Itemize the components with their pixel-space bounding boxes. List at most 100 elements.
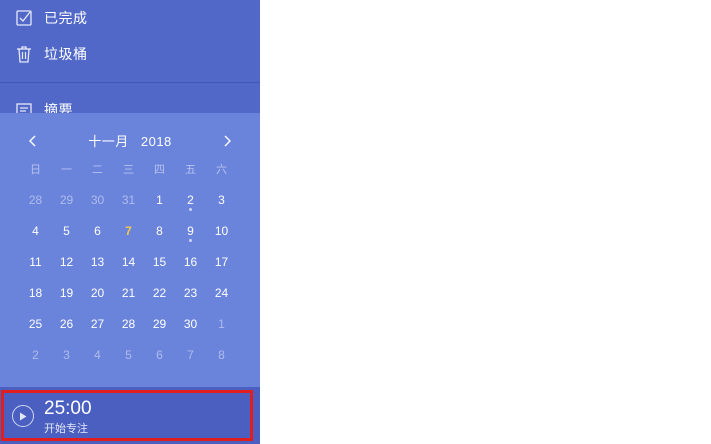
calendar-day[interactable]: 10 xyxy=(206,219,237,250)
calendar-day[interactable]: 20 xyxy=(82,281,113,312)
calendar-day-number: 28 xyxy=(121,317,136,331)
calendar-day-number: 2 xyxy=(32,348,39,362)
calendar-day[interactable]: 29 xyxy=(51,188,82,219)
calendar-day[interactable]: 3 xyxy=(51,343,82,374)
calendar-day-number: 26 xyxy=(59,317,74,331)
calendar-day[interactable]: 8 xyxy=(144,219,175,250)
calendar-day[interactable]: 2 xyxy=(20,343,51,374)
calendar-day[interactable]: 23 xyxy=(175,281,206,312)
calendar-day[interactable]: 5 xyxy=(51,219,82,250)
calendar-week-row: 25 26 27 28 29 30 1 xyxy=(20,312,237,343)
calendar-day-number: 14 xyxy=(121,255,136,269)
calendar-day[interactable]: 4 xyxy=(82,343,113,374)
calendar-day-number: 10 xyxy=(214,224,229,238)
calendar-day[interactable]: 24 xyxy=(206,281,237,312)
calendar-day-number: 16 xyxy=(183,255,198,269)
calendar-day[interactable]: 2 xyxy=(175,188,206,219)
calendar-day[interactable]: 16 xyxy=(175,250,206,281)
pomodoro-highlight-frame xyxy=(1,390,253,441)
calendar-day[interactable]: 13 xyxy=(82,250,113,281)
calendar-day[interactable]: 31 xyxy=(113,188,144,219)
calendar-day[interactable]: 28 xyxy=(113,312,144,343)
calendar-day-number: 29 xyxy=(152,317,167,331)
calendar-day-number: 28 xyxy=(28,193,43,207)
calendar-day-number: 11 xyxy=(29,255,42,269)
mini-calendar: 十一月 2018 日 一 二 三 四 五 六 28 29 30 31 1 2 3 4 5 6 7 8 9… xyxy=(0,113,260,387)
calendar-day[interactable]: 3 xyxy=(206,188,237,219)
sidebar-item-label: 垃圾桶 xyxy=(44,46,88,62)
calendar-day-number: 3 xyxy=(63,348,70,362)
calendar-day[interactable]: 15 xyxy=(144,250,175,281)
sidebar-item-label: 已完成 xyxy=(44,10,88,26)
calendar-day[interactable]: 30 xyxy=(175,312,206,343)
calendar-day-number: 20 xyxy=(90,286,105,300)
start-focus-button[interactable] xyxy=(12,405,34,427)
weekday-label: 二 xyxy=(92,164,103,176)
calendar-day[interactable]: 8 xyxy=(206,343,237,374)
calendar-day[interactable]: 27 xyxy=(82,312,113,343)
calendar-day-number: 4 xyxy=(94,348,101,362)
calendar-week-row: 2 3 4 5 6 7 8 xyxy=(20,343,237,374)
calendar-day[interactable]: 17 xyxy=(206,250,237,281)
calendar-header: 十一月 2018 xyxy=(0,113,260,167)
calendar-day[interactable]: 30 xyxy=(82,188,113,219)
next-month-button[interactable] xyxy=(218,131,238,151)
calendar-day[interactable]: 9 xyxy=(175,219,206,250)
calendar-day[interactable]: 1 xyxy=(206,312,237,343)
checkbox-icon xyxy=(15,9,33,27)
calendar-day-number: 17 xyxy=(214,255,229,269)
calendar-week-row: 28 29 30 31 1 2 3 xyxy=(20,188,237,219)
calendar-day-today[interactable]: 7 xyxy=(113,219,144,250)
calendar-day[interactable]: 21 xyxy=(113,281,144,312)
calendar-day[interactable]: 18 xyxy=(20,281,51,312)
main-content-area xyxy=(260,0,711,444)
calendar-day-number: 7 xyxy=(187,348,194,362)
calendar-day-number: 6 xyxy=(94,224,101,238)
calendar-day-number: 7 xyxy=(125,224,132,238)
weekday-label: 三 xyxy=(123,164,134,176)
calendar-day-number: 8 xyxy=(218,348,225,362)
calendar-day[interactable]: 7 xyxy=(175,343,206,374)
calendar-day[interactable]: 26 xyxy=(51,312,82,343)
chevron-right-icon xyxy=(224,135,231,147)
sidebar-divider xyxy=(0,82,260,83)
pomodoro-label: 开始专注 xyxy=(44,423,88,435)
calendar-day[interactable]: 1 xyxy=(144,188,175,219)
calendar-day[interactable]: 14 xyxy=(113,250,144,281)
calendar-day-number: 31 xyxy=(121,193,136,207)
calendar-day[interactable]: 12 xyxy=(51,250,82,281)
sidebar: 已完成 垃圾桶 摘要 十一月 2018 日 一 二 三 四 五 六 28 29 … xyxy=(0,0,260,444)
calendar-day[interactable]: 29 xyxy=(144,312,175,343)
calendar-day[interactable]: 19 xyxy=(51,281,82,312)
weekday-label: 六 xyxy=(216,164,227,176)
calendar-day-number: 21 xyxy=(121,286,136,300)
calendar-day[interactable]: 22 xyxy=(144,281,175,312)
calendar-day[interactable]: 6 xyxy=(144,343,175,374)
calendar-day-number: 27 xyxy=(90,317,105,331)
calendar-day-number: 8 xyxy=(156,224,163,238)
play-icon xyxy=(20,412,27,420)
calendar-day-number: 1 xyxy=(218,317,225,331)
calendar-day[interactable]: 11 xyxy=(20,250,51,281)
calendar-day[interactable]: 6 xyxy=(82,219,113,250)
calendar-year: 2018 xyxy=(140,134,172,149)
calendar-day[interactable]: 5 xyxy=(113,343,144,374)
calendar-day[interactable]: 28 xyxy=(20,188,51,219)
calendar-day-number: 22 xyxy=(152,286,167,300)
calendar-day-number: 30 xyxy=(90,193,105,207)
calendar-day-number: 9 xyxy=(187,224,194,238)
calendar-day[interactable]: 4 xyxy=(20,219,51,250)
calendar-day-number: 5 xyxy=(63,224,70,238)
calendar-day-number: 3 xyxy=(218,193,225,207)
calendar-day-number: 12 xyxy=(59,255,74,269)
calendar-day-number: 2 xyxy=(187,193,194,207)
trash-icon xyxy=(15,45,33,63)
sidebar-item-trash[interactable]: 垃圾桶 xyxy=(0,37,260,71)
calendar-day[interactable]: 25 xyxy=(20,312,51,343)
weekday-label: 五 xyxy=(185,164,196,176)
calendar-day-number: 18 xyxy=(28,286,43,300)
calendar-month: 十一月 xyxy=(88,134,129,149)
calendar-day-number: 5 xyxy=(125,348,132,362)
calendar-grid: 28 29 30 31 1 2 3 4 5 6 7 8 9 10 11 12 13 14 15 16 17 18 19 20 2… xyxy=(20,188,237,374)
sidebar-item-completed[interactable]: 已完成 xyxy=(0,1,260,35)
